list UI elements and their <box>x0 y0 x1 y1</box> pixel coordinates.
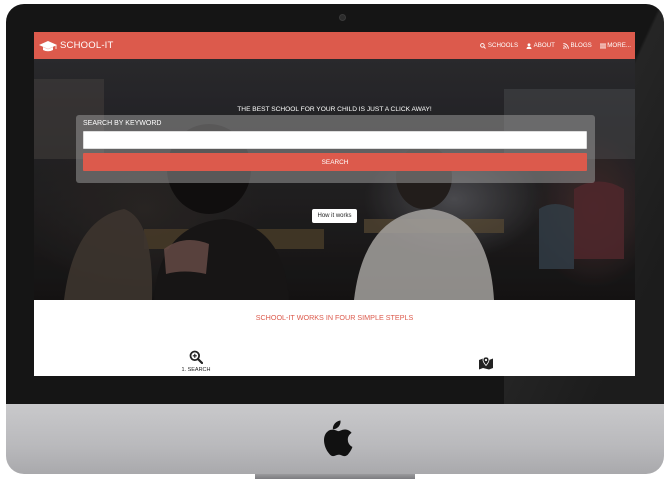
nav-link-label: SCHOOLS <box>487 42 519 49</box>
search-icon <box>480 42 487 49</box>
nav-link-schools[interactable]: SCHOOLS <box>480 42 518 49</box>
nav-links: SCHOOLS ABOUT BLOGS MORE... <box>472 42 631 49</box>
zoom-search-icon <box>189 350 203 364</box>
graduation-cap-icon <box>39 40 57 51</box>
nav-link-label: MORE... <box>607 42 631 49</box>
search-label: SEARCH BY KEYWORD <box>83 120 162 127</box>
hero-tagline: THE BEST SCHOOL FOR YOUR CHILD IS JUST A… <box>237 106 432 113</box>
brand-logo[interactable]: SCHOOL-IT <box>38 40 114 52</box>
nav-link-more[interactable]: MORE... <box>599 42 631 49</box>
nav-link-label: ABOUT <box>533 42 555 49</box>
search-button[interactable]: SEARCH <box>83 153 587 171</box>
step-location <box>464 356 508 373</box>
step-label: 1. SEARCH <box>181 367 211 373</box>
step-search: 1. SEARCH <box>174 350 218 373</box>
search-panel: SEARCH BY KEYWORD SEARCH <box>76 115 595 183</box>
user-icon <box>526 42 532 49</box>
nav-link-label: BLOGS <box>570 42 592 49</box>
monitor-stand <box>255 474 415 479</box>
rss-icon <box>563 42 569 49</box>
steps-title: SCHOOL-IT WORKS IN FOUR SIMPLE STEPLS <box>255 313 414 322</box>
nav-link-blogs[interactable]: BLOGS <box>563 42 592 49</box>
hero-section: THE BEST SCHOOL FOR YOUR CHILD IS JUST A… <box>34 59 635 300</box>
how-it-works-button[interactable]: How it works <box>312 209 357 223</box>
browser-screen: SCHOOL-IT SCHOOLS ABOUT BLOGS MORE... TH… <box>34 32 635 376</box>
camera-icon <box>339 14 346 21</box>
menu-icon <box>599 43 606 48</box>
nav-link-about[interactable]: ABOUT <box>526 42 555 49</box>
search-input[interactable] <box>83 131 587 149</box>
brand-name: SCHOOL-IT <box>60 40 114 51</box>
apple-logo-icon <box>324 420 353 457</box>
navbar: SCHOOL-IT SCHOOLS ABOUT BLOGS MORE... <box>34 32 635 59</box>
map-marker-icon <box>479 356 493 370</box>
